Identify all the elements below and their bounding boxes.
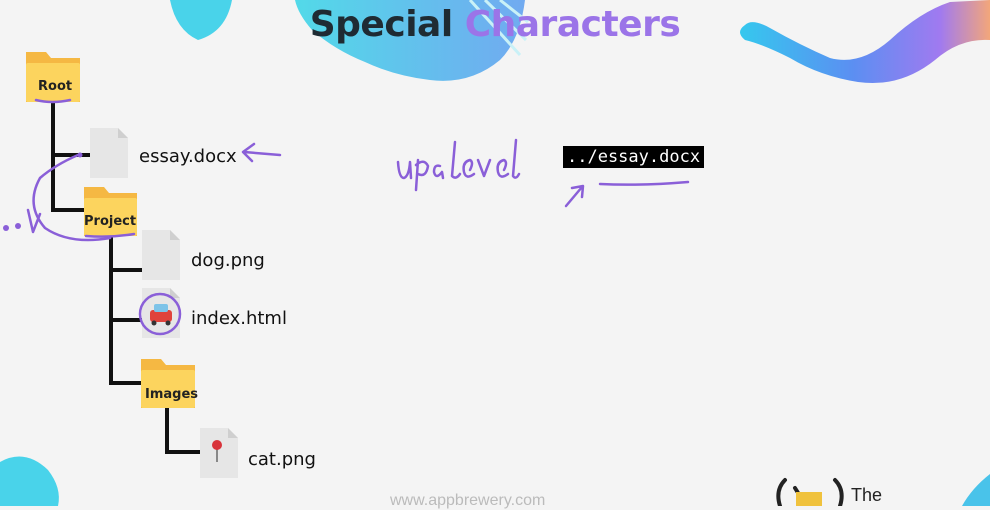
folder-label-images: Images [145, 387, 199, 402]
slide-title: Special Characters [0, 4, 990, 45]
ink-arrow-path [564, 184, 585, 208]
title-word-characters: Characters [464, 4, 681, 45]
ink-handwriting [396, 138, 521, 192]
slide-graphics [0, 0, 990, 506]
folder-label-root: Root [38, 79, 73, 94]
title-word-special: Special [309, 4, 453, 45]
ink-arrowhead-up [26, 208, 42, 234]
brand-logo-mark [796, 492, 822, 506]
decor-blob-bottom-right [962, 474, 990, 506]
file-icon-cat [200, 428, 238, 478]
ink-arrow-essay [241, 142, 282, 163]
ink-dots [3, 152, 83, 231]
brand-name: The [851, 485, 883, 505]
file-label-essay: essay.docx [139, 146, 237, 167]
file-icon-dog [142, 230, 180, 280]
file-label-cat: cat.png [248, 449, 316, 470]
decor-blob-bottom-left [0, 456, 59, 506]
folder-label-project: Project [84, 214, 137, 229]
footer-url: www.appbrewery.com [390, 492, 546, 509]
file-label-index: index.html [191, 308, 287, 329]
file-label-dog: dog.png [191, 250, 265, 271]
folder-icon-root [26, 52, 80, 102]
relative-path-code: ../essay.docx [563, 146, 705, 168]
ink-underline-path [598, 180, 690, 186]
file-icon-essay [90, 128, 128, 178]
